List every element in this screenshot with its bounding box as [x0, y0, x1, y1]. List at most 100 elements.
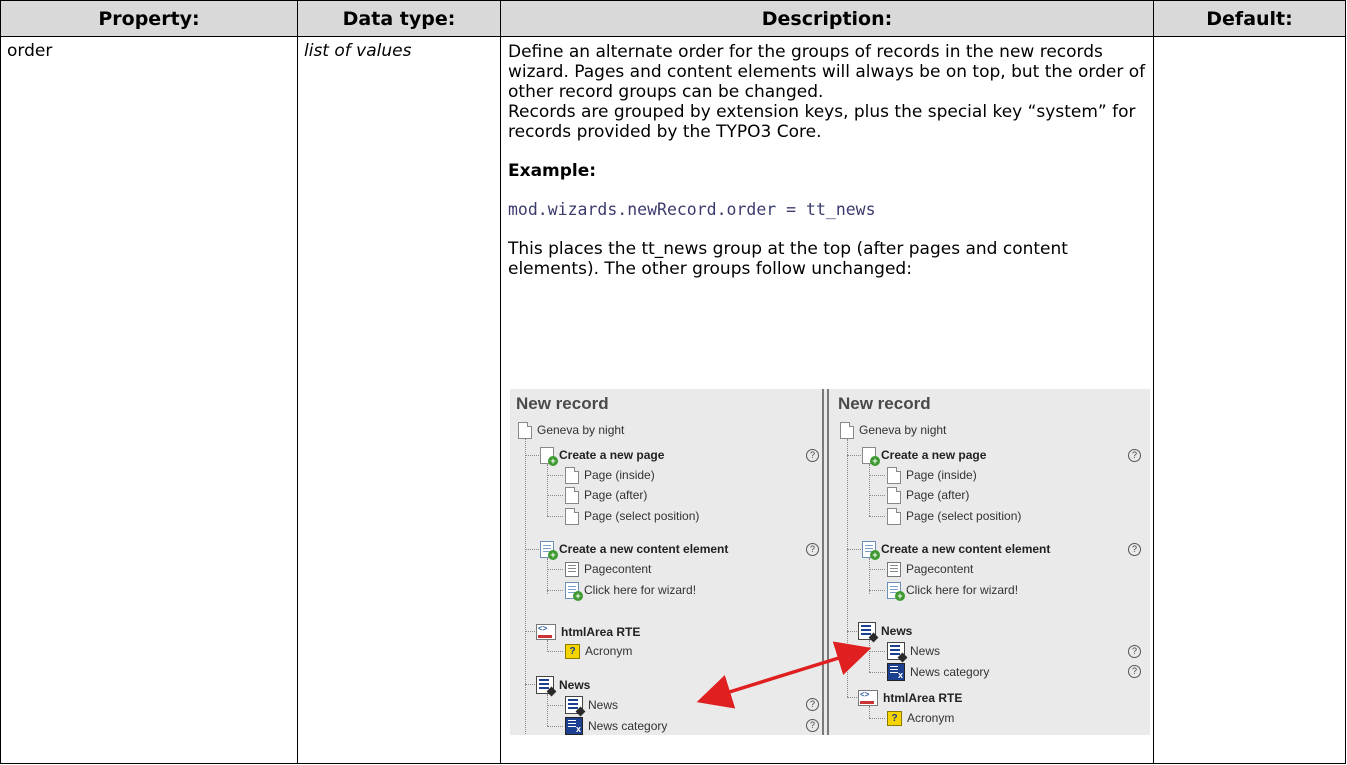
page-icon	[887, 466, 901, 484]
tree-branch	[525, 549, 539, 550]
news-icon	[858, 622, 879, 643]
list-item[interactable]: Page (after)	[887, 486, 969, 504]
news-group[interactable]: News	[536, 676, 590, 697]
tree-line	[869, 464, 870, 516]
tree-branch	[547, 569, 563, 570]
page-icon	[887, 507, 901, 525]
rte-item-label: Acronym	[907, 711, 955, 725]
page-item-label: Page (after)	[584, 488, 648, 502]
help-icon[interactable]: ?	[806, 719, 819, 732]
page-icon	[565, 486, 579, 504]
tree-branch	[525, 631, 535, 632]
header-property: Property:	[0, 0, 298, 37]
tree-branch	[869, 672, 885, 673]
wizard-pane-after: New record Geneva by night + Create a ne…	[832, 389, 1142, 735]
help-icon[interactable]: ?	[806, 449, 819, 462]
list-item[interactable]: + Click here for wizard!	[565, 581, 697, 601]
root-page-label: Geneva by night	[537, 423, 625, 437]
property-name: order	[7, 41, 53, 61]
rte-group-label: htmlArea RTE	[883, 691, 963, 705]
news-icon	[536, 676, 557, 697]
content-item-label: Pagecontent	[584, 562, 652, 576]
create-page-label: Create a new page	[559, 448, 665, 462]
tree-line	[547, 694, 548, 726]
example-code: mod.wizards.newRecord.order = tt_news	[508, 200, 876, 219]
list-item[interactable]: Page (inside)	[565, 466, 655, 484]
list-item[interactable]: News	[565, 696, 618, 717]
tree-line	[869, 558, 870, 594]
rte-group[interactable]: <> htmlArea RTE	[858, 689, 962, 707]
rte-group[interactable]: <> htmlArea RTE	[536, 623, 640, 641]
rte-item-label: Acronym	[585, 644, 633, 658]
news-icon	[887, 642, 908, 663]
content-wizard-icon: +	[862, 540, 880, 560]
wizard-pane-before: New record Geneva by night + Create a ne…	[510, 389, 820, 735]
help-icon[interactable]: ?	[1128, 645, 1141, 658]
rte-group-label: htmlArea RTE	[561, 625, 641, 639]
content-item-label: Click here for wizard!	[584, 583, 697, 597]
tree-branch	[847, 631, 857, 632]
tree-line	[869, 640, 870, 672]
create-page-group[interactable]: + Create a new page	[540, 446, 665, 466]
list-item[interactable]: ? Acronym	[565, 642, 632, 660]
example-explanation: This places the tt_news group at the top…	[508, 239, 1068, 279]
tree-line	[847, 439, 848, 697]
news-group-label: News	[881, 624, 913, 638]
root-page-label: Geneva by night	[859, 423, 947, 437]
root-page-row: Geneva by night	[518, 421, 624, 439]
news-item-label: News category	[588, 719, 668, 733]
tree-branch	[547, 516, 563, 517]
content-element-icon	[565, 561, 579, 577]
page-item-label: Page (select position)	[584, 509, 700, 523]
pane-title: New record	[516, 394, 609, 413]
list-item[interactable]: News	[887, 642, 940, 663]
help-icon[interactable]: ?	[1128, 449, 1141, 462]
page-icon	[518, 421, 532, 439]
list-item[interactable]: Page (select position)	[565, 507, 699, 525]
tree-branch	[547, 651, 563, 652]
tree-branch	[525, 455, 539, 456]
news-icon	[565, 696, 586, 717]
news-category-icon: x	[887, 663, 905, 681]
tree-branch	[869, 651, 885, 652]
help-icon[interactable]: ?	[806, 698, 819, 711]
list-item[interactable]: Page (inside)	[887, 466, 977, 484]
tree-branch	[547, 705, 563, 706]
tree-branch	[547, 590, 563, 591]
header-default: Default:	[1153, 0, 1346, 37]
example-heading: Example:	[508, 161, 597, 181]
create-content-group[interactable]: + Create a new content element	[540, 540, 728, 560]
page-icon	[887, 486, 901, 504]
tree-line	[547, 558, 548, 594]
tree-branch	[547, 475, 563, 476]
list-item[interactable]: Page (select position)	[887, 507, 1021, 525]
content-item-label: Click here for wizard!	[906, 583, 1019, 597]
list-item[interactable]: + Click here for wizard!	[887, 581, 1019, 601]
list-item[interactable]: ? Acronym	[887, 709, 954, 727]
create-page-group[interactable]: + Create a new page	[862, 446, 986, 466]
list-item[interactable]: Pagecontent	[887, 560, 973, 578]
page-item-label: Page (select position)	[906, 509, 1022, 523]
help-icon[interactable]: ?	[1128, 665, 1141, 678]
tree-branch	[869, 718, 885, 719]
description-paragraph-1: Define an alternate order for the groups…	[508, 42, 1146, 102]
property-cell: order	[0, 36, 298, 764]
page-icon	[565, 466, 579, 484]
help-icon[interactable]: ?	[1128, 543, 1141, 556]
acronym-icon: ?	[887, 710, 902, 726]
list-item[interactable]: Pagecontent	[565, 560, 651, 578]
acronym-icon: ?	[565, 643, 580, 659]
tree-line	[525, 439, 526, 735]
content-wizard-icon: +	[540, 540, 558, 560]
news-group[interactable]: News	[858, 622, 913, 643]
help-icon[interactable]: ?	[806, 543, 819, 556]
list-item[interactable]: x News category	[887, 663, 989, 681]
create-content-group[interactable]: + Create a new content element	[862, 540, 1050, 560]
tree-line	[547, 464, 548, 516]
rte-icon: <>	[536, 624, 556, 640]
description-paragraph-2: Records are grouped by extension keys, p…	[508, 102, 1136, 142]
list-item[interactable]: x News category	[565, 717, 667, 735]
header-description: Description:	[500, 0, 1154, 37]
tree-branch	[847, 697, 857, 698]
list-item[interactable]: Page (after)	[565, 486, 647, 504]
